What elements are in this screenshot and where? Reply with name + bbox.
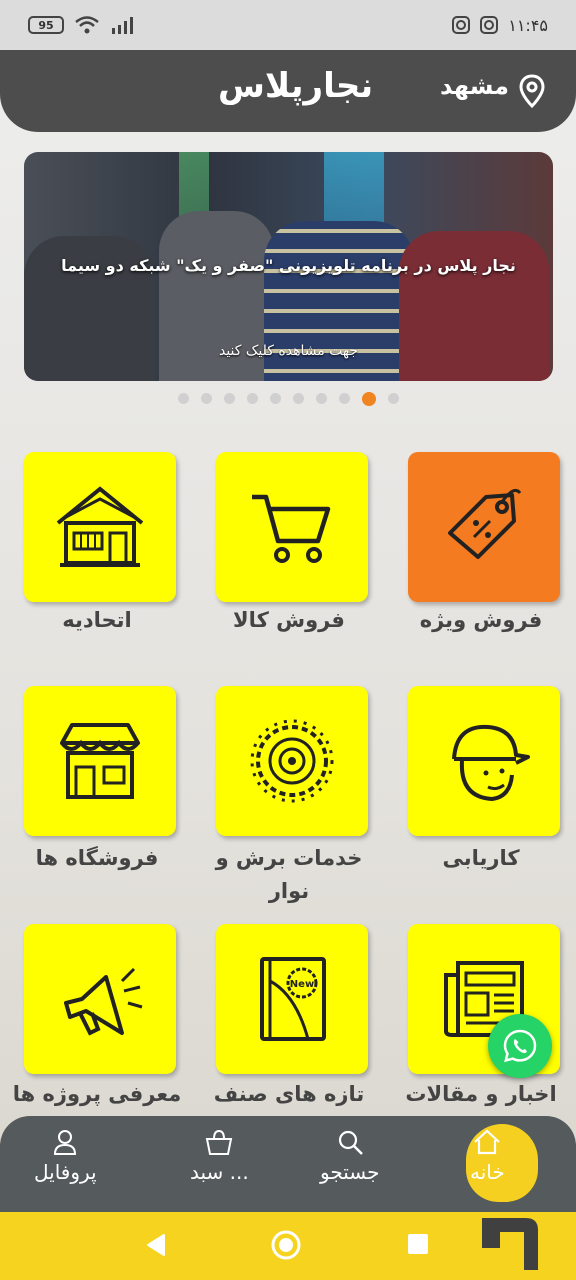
battery-icon: 95 — [28, 16, 64, 34]
clock: ۱۱:۴۵ — [508, 15, 548, 35]
worker-helmet-icon — [452, 724, 530, 802]
tile-label: فروش ویژه — [419, 608, 543, 632]
app-logo-icon — [482, 1218, 538, 1270]
tile-label: تازه های صنف — [213, 1082, 365, 1106]
tile-label: فروشگاه ها — [35, 846, 159, 870]
carousel-dot[interactable] — [338, 393, 350, 404]
whatsapp-button[interactable] — [488, 1014, 552, 1078]
nav-cart[interactable]: سبد ... — [190, 1128, 249, 1184]
banner-subtitle: جهت مشاهده کلیک کنید — [218, 343, 359, 359]
wifi-icon — [75, 16, 99, 34]
nav-search[interactable]: جستجو — [320, 1128, 379, 1184]
signal-icon — [112, 17, 133, 34]
recents-icon[interactable] — [406, 1232, 430, 1256]
tile-jobs[interactable] — [408, 686, 560, 836]
tile-industry-news[interactable]: New — [216, 924, 368, 1074]
tile-label: اخبار و مقالات — [405, 1082, 557, 1106]
tile-products[interactable] — [216, 452, 368, 602]
basket-icon — [206, 1129, 233, 1155]
tile-label: فروش کالا — [233, 608, 345, 632]
tile-union[interactable] — [24, 452, 176, 602]
carousel-dot[interactable] — [246, 393, 258, 404]
tile-label: خدمات برش و نوار — [215, 846, 363, 903]
carousel-dots — [0, 392, 576, 406]
instagram-icon — [480, 16, 499, 34]
carousel-dot[interactable] — [223, 393, 235, 404]
carousel-dot[interactable] — [269, 393, 281, 404]
nav-profile-label: پروفایل — [34, 1160, 97, 1184]
promo-banner[interactable]: نجار پلاس در برنامه تلویزیونی "صفر و یک"… — [24, 152, 553, 381]
price-tag-icon — [448, 489, 522, 559]
carousel-dot[interactable] — [200, 393, 212, 404]
home-icon — [474, 1129, 501, 1155]
tile-cutting-service[interactable] — [216, 686, 368, 836]
nav-cart-label: سبد ... — [190, 1160, 249, 1184]
shopping-cart-icon — [252, 494, 331, 563]
instagram-icon — [452, 16, 471, 34]
new-badge: New — [290, 979, 314, 990]
house-icon — [56, 486, 144, 567]
store-icon — [60, 723, 140, 799]
tile-label: معرفی پروژه ها — [12, 1082, 182, 1106]
tile-stores[interactable] — [24, 686, 176, 836]
new-book-icon: New — [260, 957, 326, 1041]
city-selector[interactable]: مشهد — [440, 72, 509, 100]
saw-blade-icon — [250, 719, 334, 803]
back-icon[interactable] — [144, 1232, 168, 1258]
megaphone-icon — [64, 967, 143, 1036]
tile-label: کاریابی — [442, 846, 520, 870]
system-nav-bar — [0, 1212, 576, 1280]
search-icon — [338, 1130, 363, 1155]
nav-home[interactable]: خانه — [470, 1128, 505, 1184]
carousel-dot[interactable] — [315, 393, 327, 404]
battery-level: 95 — [38, 18, 54, 32]
carousel-dot[interactable] — [292, 393, 304, 404]
status-bar: 95 ۱۱:۴۵ — [0, 0, 576, 50]
whatsapp-icon — [503, 1029, 537, 1063]
user-icon — [54, 1130, 77, 1155]
app-header: نجارپلاس مشهد — [0, 50, 576, 132]
carousel-dot[interactable] — [177, 393, 189, 404]
location-pin-icon[interactable] — [518, 74, 546, 108]
carousel-dot[interactable] — [387, 393, 399, 404]
home-circle-icon[interactable] — [270, 1229, 302, 1261]
banner-title: نجار پلاس در برنامه تلویزیونی "صفر و یک"… — [61, 256, 516, 275]
tile-label: اتحادیه — [62, 608, 132, 632]
nav-home-label: خانه — [470, 1160, 505, 1184]
carousel-dot-active[interactable] — [361, 392, 376, 406]
tile-special-sale[interactable] — [408, 452, 560, 602]
nav-search-label: جستجو — [320, 1160, 380, 1184]
app-title: نجارپلاس — [218, 66, 374, 106]
nav-profile[interactable]: پروفایل — [34, 1128, 97, 1184]
status-right: ۱۱:۴۵ — [452, 16, 548, 35]
tile-projects[interactable] — [24, 924, 176, 1074]
status-left: 95 — [28, 15, 136, 35]
